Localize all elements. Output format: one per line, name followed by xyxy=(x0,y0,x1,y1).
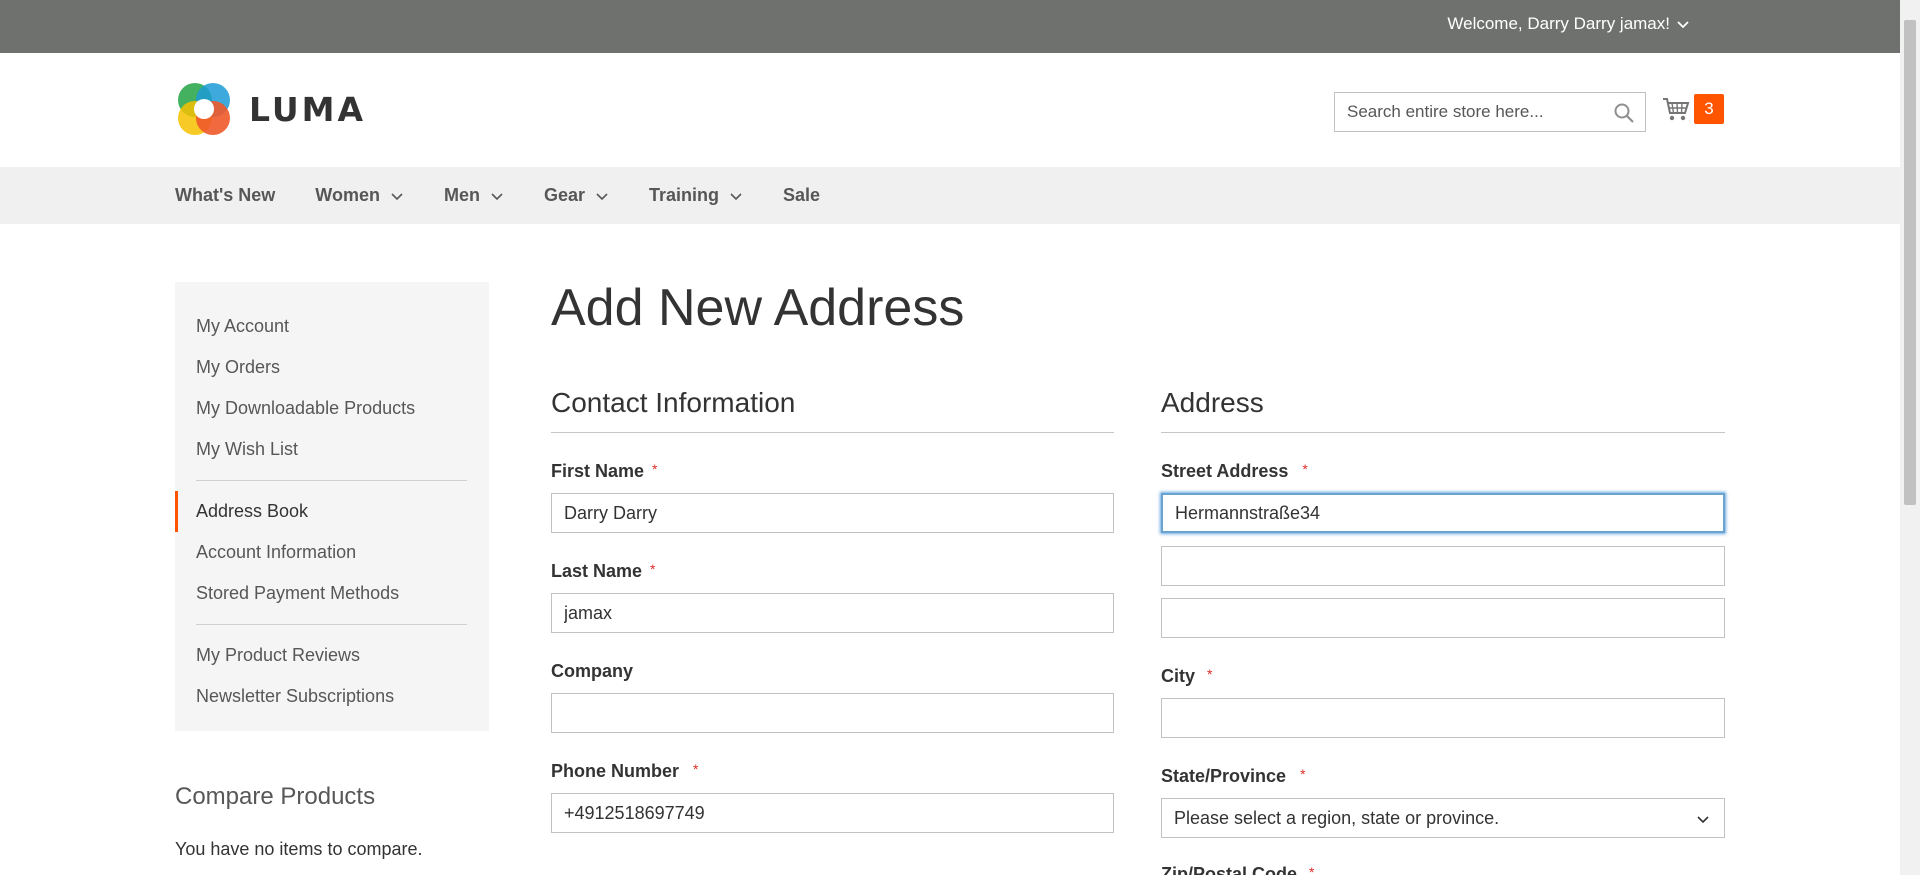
compare-products-title: Compare Products xyxy=(175,783,376,810)
main-navigation: What's New Women Men Gear Training Sale xyxy=(0,167,1900,224)
sidebar-item-my-account[interactable]: My Account xyxy=(175,306,489,347)
sidebar-item-newsletter-subscriptions[interactable]: Newsletter Subscriptions xyxy=(175,676,489,717)
contact-section-rule xyxy=(551,432,1114,433)
sidebar-item-my-wish-list[interactable]: My Wish List xyxy=(175,429,489,470)
scrollbar-thumb[interactable] xyxy=(1904,20,1916,505)
chevron-down-icon xyxy=(1697,816,1709,824)
city-label: City * xyxy=(1161,666,1213,686)
nav-item-what-s-new[interactable]: What's New xyxy=(175,185,275,206)
sidebar-item-my-downloadable-products[interactable]: My Downloadable Products xyxy=(175,388,489,429)
address-title: Address xyxy=(1161,387,1264,418)
cart-count-badge: 3 xyxy=(1694,94,1724,124)
zip-postal-code-label: Zip/Postal Code * xyxy=(1161,864,1314,875)
minicart-button[interactable]: 3 xyxy=(1662,94,1724,124)
sidebar-divider xyxy=(196,624,467,625)
company-input[interactable] xyxy=(551,693,1114,733)
nav-item-label: Training xyxy=(649,185,720,205)
required-marker: * xyxy=(1300,766,1306,782)
nav-item-label: Men xyxy=(443,185,480,205)
nav-item-sale[interactable]: Sale xyxy=(783,185,820,206)
required-marker: * xyxy=(693,761,699,777)
compare-empty-text: You have no items to compare. xyxy=(175,839,423,859)
welcome-text: Welcome, Darry Darry jamax! xyxy=(1447,14,1670,33)
last-name-label: Last Name * xyxy=(551,561,656,581)
state-province-select[interactable]: Please select a region, state or provinc… xyxy=(1161,798,1725,838)
city-input[interactable] xyxy=(1161,698,1725,738)
account-sidebar: My Account My Orders My Downloadable Produ… xyxy=(175,282,489,731)
chevron-down-icon xyxy=(596,192,608,200)
nav-item-women[interactable]: Women xyxy=(315,185,404,206)
nav-item-training[interactable]: Training xyxy=(649,185,743,206)
required-marker: * xyxy=(1309,864,1315,875)
luma-logo-icon xyxy=(178,83,230,135)
customer-menu-toggle[interactable]: Welcome, Darry Darry jamax! xyxy=(1447,14,1690,34)
sidebar-item-address-book[interactable]: Address Book xyxy=(175,491,489,532)
nav-item-label: What's New xyxy=(175,185,276,205)
street-address-line3-input[interactable] xyxy=(1161,598,1725,638)
top-bar: Welcome, Darry Darry jamax! xyxy=(0,0,1900,53)
phone-label: Phone Number * xyxy=(551,761,699,781)
state-province-selected: Please select a region, state or provinc… xyxy=(1174,807,1500,828)
sidebar-item-stored-payment-methods[interactable]: Stored Payment Methods xyxy=(175,573,489,614)
last-name-input[interactable] xyxy=(551,593,1114,633)
state-province-label: State/Province * xyxy=(1161,766,1306,786)
phone-input[interactable] xyxy=(551,793,1114,833)
chevron-down-icon xyxy=(491,192,503,200)
address-section-rule xyxy=(1161,432,1725,433)
nav-item-gear[interactable]: Gear xyxy=(544,185,609,206)
required-marker: * xyxy=(1207,666,1213,682)
luma-logo[interactable]: LUMA xyxy=(175,80,366,138)
cart-icon xyxy=(1663,98,1690,121)
search-icon[interactable] xyxy=(1613,102,1635,124)
sidebar-item-my-orders[interactable]: My Orders xyxy=(175,347,489,388)
sidebar-item-my-product-reviews[interactable]: My Product Reviews xyxy=(175,635,489,676)
street-address-line2-input[interactable] xyxy=(1161,546,1725,586)
contact-info-title: Contact Information xyxy=(551,387,796,418)
required-marker: * xyxy=(652,461,658,477)
sidebar-item-account-information[interactable]: Account Information xyxy=(175,532,489,573)
page-scrollbar[interactable] xyxy=(1900,0,1920,875)
page-title: Add New Address xyxy=(551,279,965,337)
required-marker: * xyxy=(1302,461,1308,477)
first-name-label: First Name * xyxy=(551,461,658,481)
nav-item-label: Gear xyxy=(543,185,585,205)
chevron-down-icon xyxy=(1677,21,1689,29)
company-label: Company xyxy=(551,661,634,681)
search-box xyxy=(1334,92,1646,132)
sidebar-divider xyxy=(196,480,467,481)
search-input[interactable] xyxy=(1335,93,1605,131)
logo-text: LUMA xyxy=(249,89,367,129)
street-address-label: Street Address * xyxy=(1161,461,1308,481)
nav-item-label: Sale xyxy=(783,185,821,205)
first-name-input[interactable] xyxy=(551,493,1114,533)
chevron-down-icon xyxy=(730,192,742,200)
chevron-down-icon xyxy=(391,192,403,200)
nav-item-men[interactable]: Men xyxy=(444,185,504,206)
required-marker: * xyxy=(650,561,656,577)
nav-item-label: Women xyxy=(315,185,380,205)
street-address-line1-input[interactable] xyxy=(1161,493,1725,533)
